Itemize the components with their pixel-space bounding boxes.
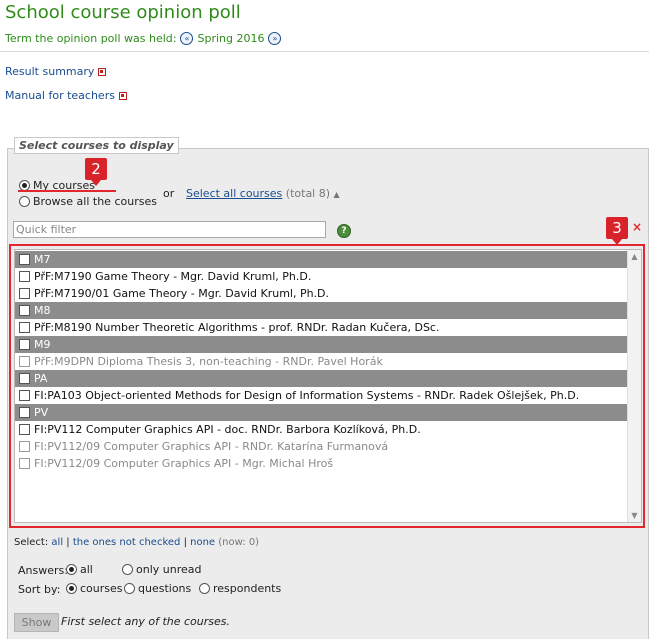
course-row[interactable]: PřF:M7190/01 Game Theory - Mgr. David Kr… — [15, 285, 629, 302]
course-checkbox[interactable] — [19, 458, 30, 469]
group-label: PV — [34, 406, 49, 419]
answers-unread-label: only unread — [136, 563, 202, 576]
course-row[interactable]: PřF:M9DPN Diploma Thesis 3, non-teaching… — [15, 353, 629, 370]
course-label: FI:PV112/09 Computer Graphics API - RNDr… — [34, 440, 389, 453]
sort-respondents-label: respondents — [213, 582, 282, 595]
panel-legend: Select courses to display — [14, 137, 179, 154]
result-summary-item: Result summary — [5, 65, 107, 78]
course-checkbox[interactable] — [19, 424, 30, 435]
course-list: M7 PřF:M7190 Game Theory - Mgr. David Kru… — [14, 249, 642, 523]
sort-questions-radio[interactable] — [124, 583, 135, 594]
divider — [0, 51, 649, 52]
course-label: FI:PV112/09 Computer Graphics API - Mgr.… — [34, 457, 334, 470]
select-all-courses-item: Select all courses (total 8) ▲ — [186, 187, 340, 200]
term-label: Term the opinion poll was held: — [5, 32, 177, 45]
manual-link[interactable]: Manual for teachers — [5, 89, 115, 102]
course-label: FI:PV112 Computer Graphics API - doc. RN… — [34, 423, 421, 436]
answers-label: Answers: — [18, 564, 68, 577]
course-checkbox[interactable] — [19, 288, 30, 299]
answers-all-option[interactable]: all — [66, 563, 93, 576]
previous-term-icon[interactable]: « — [180, 32, 194, 45]
group-label: PA — [34, 372, 48, 385]
manual-item: Manual for teachers — [5, 89, 127, 102]
group-label: M9 — [34, 338, 51, 351]
sort-courses-radio[interactable] — [66, 583, 77, 594]
course-row[interactable]: FI:PV112/09 Computer Graphics API - RNDr… — [15, 438, 629, 455]
external-link-icon — [98, 67, 107, 76]
course-group-row[interactable]: PA — [15, 370, 629, 387]
group-checkbox[interactable] — [19, 339, 30, 350]
result-summary-link[interactable]: Result summary — [5, 65, 94, 78]
group-checkbox[interactable] — [19, 407, 30, 418]
scroll-up-icon[interactable]: ▲ — [630, 252, 639, 261]
term-line: Term the opinion poll was held: « Spring… — [5, 32, 282, 45]
course-group-row[interactable]: M7 — [15, 251, 629, 268]
course-checkbox[interactable] — [19, 322, 30, 333]
select-all-courses-link[interactable]: Select all courses — [186, 187, 282, 200]
quick-filter-input[interactable]: Quick filter — [13, 221, 326, 238]
course-group-row[interactable]: PV — [15, 404, 629, 421]
show-hint: First select any of the courses. — [61, 615, 230, 628]
browse-all-option[interactable]: Browse all the courses — [19, 195, 157, 208]
next-term-icon[interactable]: » — [268, 32, 282, 45]
course-checkbox[interactable] — [19, 271, 30, 282]
course-group-row[interactable]: M8 — [15, 302, 629, 319]
group-checkbox[interactable] — [19, 373, 30, 384]
course-checkbox[interactable] — [19, 356, 30, 367]
annotation-underline — [18, 190, 116, 192]
answers-unread-option[interactable]: only unread — [122, 563, 201, 576]
scroll-down-icon[interactable]: ▼ — [630, 511, 639, 520]
clear-filter-icon[interactable]: × — [632, 220, 642, 234]
course-checkbox[interactable] — [19, 390, 30, 401]
course-label: PřF:M8190 Number Theoretic Algorithms - … — [34, 321, 440, 334]
answers-all-radio[interactable] — [66, 564, 77, 575]
selection-line: Select: all | the ones not checked | non… — [14, 537, 260, 548]
course-row[interactable]: FI:PA103 Object-oriented Methods for Des… — [15, 387, 629, 404]
course-list-rows: M7 PřF:M7190 Game Theory - Mgr. David Kru… — [15, 251, 629, 472]
sort-label: Sort by: — [18, 583, 61, 596]
course-row[interactable]: PřF:M7190 Game Theory - Mgr. David Kruml… — [15, 268, 629, 285]
course-checkbox[interactable] — [19, 441, 30, 452]
selection-count: (now: 0) — [218, 537, 260, 548]
course-row[interactable]: PřF:M8190 Number Theoretic Algorithms - … — [15, 319, 629, 336]
course-row[interactable]: FI:PV112/09 Computer Graphics API - Mgr.… — [15, 455, 629, 472]
browse-all-radio[interactable] — [19, 196, 30, 207]
help-icon[interactable]: ? — [337, 224, 351, 238]
sort-courses-label: courses — [80, 582, 123, 595]
course-list-scrollbar[interactable]: ▲ ▼ — [627, 250, 641, 522]
course-label: PřF:M7190/01 Game Theory - Mgr. David Kr… — [34, 287, 330, 300]
select-all-link[interactable]: all — [51, 537, 63, 548]
answers-all-label: all — [80, 563, 93, 576]
course-label: PřF:M9DPN Diploma Thesis 3, non-teaching… — [34, 355, 383, 368]
group-label: M8 — [34, 304, 51, 317]
annotation-badge-2: 2 — [85, 158, 107, 186]
course-row[interactable]: FI:PV112 Computer Graphics API - doc. RN… — [15, 421, 629, 438]
select-label: Select: — [14, 537, 49, 548]
course-group-row[interactable]: M9 — [15, 336, 629, 353]
select-none-link[interactable]: none — [190, 537, 215, 548]
select-all-total: (total 8) — [285, 187, 331, 200]
term-value: Spring 2016 — [197, 32, 265, 45]
group-label: M7 — [34, 253, 51, 266]
sort-respondents-option[interactable]: respondents — [199, 582, 281, 595]
external-link-icon — [118, 91, 127, 100]
select-not-checked-link[interactable]: the ones not checked — [73, 537, 181, 548]
course-label: PřF:M7190 Game Theory - Mgr. David Kruml… — [34, 270, 312, 283]
annotation-badge-3: 3 — [606, 217, 628, 245]
sort-courses-option[interactable]: courses — [66, 582, 123, 595]
group-checkbox[interactable] — [19, 305, 30, 316]
show-button[interactable]: Show — [14, 613, 59, 632]
browse-all-label: Browse all the courses — [33, 195, 157, 208]
page-title: School course opinion poll — [5, 2, 241, 23]
or-text: or — [163, 187, 175, 200]
sort-respondents-radio[interactable] — [199, 583, 210, 594]
answers-unread-radio[interactable] — [122, 564, 133, 575]
sort-questions-label: questions — [138, 582, 192, 595]
group-checkbox[interactable] — [19, 254, 30, 265]
course-label: FI:PA103 Object-oriented Methods for Des… — [34, 389, 580, 402]
sort-questions-option[interactable]: questions — [124, 582, 191, 595]
caret-up-icon[interactable]: ▲ — [334, 190, 340, 199]
